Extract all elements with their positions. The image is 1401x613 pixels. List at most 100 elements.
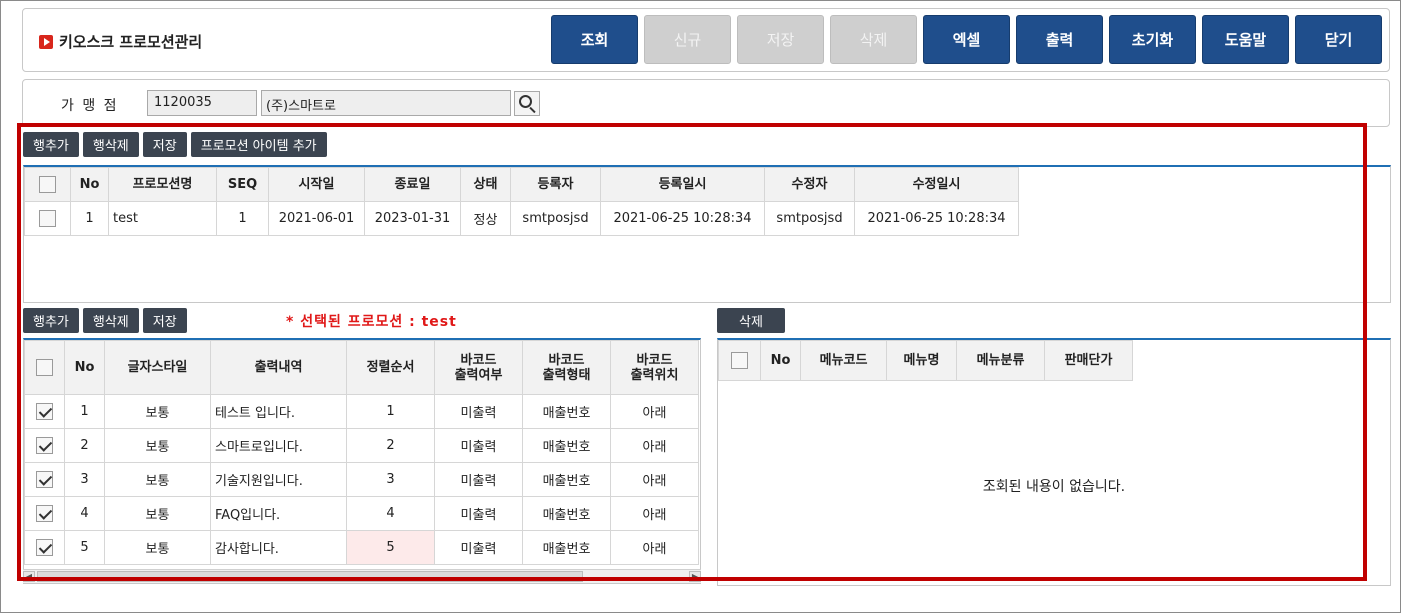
search-button[interactable]: 조회 [551,15,638,64]
excel-button[interactable]: 엑셀 [923,15,1010,64]
cell-style[interactable]: 보통 [104,462,211,497]
table-row[interactable]: 1 보통 테스트 입니다. 1 미출력 매출번호 아래 [24,394,699,429]
column-header[interactable]: 수정일시 [854,167,1019,202]
cell-barcode-print[interactable]: 미출력 [434,394,523,429]
row-checkbox-cell[interactable] [24,428,65,463]
store-name-field[interactable]: (주)스마트로 [261,90,511,116]
cell-no[interactable]: 3 [64,462,105,497]
table-row[interactable]: 5 보통 감사합니다. 5 미출력 매출번호 아래 [24,530,699,565]
cell-no[interactable]: 4 [64,496,105,531]
cell-order[interactable]: 5 [346,530,435,565]
menu-header-checkbox-cell[interactable] [718,340,761,381]
cell-barcode-form[interactable]: 매출번호 [522,496,611,531]
cell-no[interactable]: 1 [70,201,109,236]
column-header[interactable]: SEQ [216,167,269,202]
cell-no[interactable]: 5 [64,530,105,565]
cell-no[interactable]: 1 [64,394,105,429]
store-code-field[interactable]: 1120035 [147,90,257,116]
cell-mod-user[interactable]: smtposjsd [764,201,855,236]
text-add-row-button[interactable]: 행추가 [23,308,79,333]
select-all-checkbox[interactable] [39,176,56,193]
cell-barcode-form[interactable]: 매출번호 [522,394,611,429]
promotion-add-item-button[interactable]: 프로모션 아이템 추가 [190,132,327,157]
cell-barcode-form[interactable]: 매출번호 [522,428,611,463]
column-header[interactable]: 상태 [460,167,511,202]
column-header[interactable]: 판매단가 [1044,340,1133,381]
table-row[interactable]: 3 보통 기술지원입니다. 3 미출력 매출번호 아래 [24,462,699,497]
row-checkbox[interactable] [36,437,53,454]
scroll-left-icon[interactable]: ◀ [23,571,35,582]
cell-barcode-pos[interactable]: 아래 [610,530,699,565]
cell-barcode-print[interactable]: 미출력 [434,462,523,497]
column-header[interactable]: 종료일 [364,167,461,202]
cell-order[interactable]: 4 [346,496,435,531]
row-checkbox[interactable] [36,403,53,420]
reset-button[interactable]: 초기화 [1109,15,1196,64]
menu-delete-button[interactable]: 삭제 [717,308,785,333]
cell-style[interactable]: 보통 [104,530,211,565]
column-header[interactable]: 정렬순서 [346,340,435,395]
save-button[interactable]: 저장 [737,15,824,64]
row-checkbox-cell[interactable] [24,201,71,236]
store-search-button[interactable] [514,91,540,116]
cell-style[interactable]: 보통 [104,394,211,429]
row-checkbox-cell[interactable] [24,496,65,531]
cell-order[interactable]: 2 [346,428,435,463]
column-header[interactable]: 등록자 [510,167,601,202]
promotion-add-row-button[interactable]: 행추가 [23,132,79,157]
cell-end-date[interactable]: 2023-01-31 [364,201,461,236]
text-delete-row-button[interactable]: 행삭제 [82,308,139,333]
cell-barcode-pos[interactable]: 아래 [610,496,699,531]
table-row[interactable]: 1 test 1 2021-06-01 2023-01-31 정상 smtpos… [24,201,1019,236]
cell-barcode-form[interactable]: 매출번호 [522,530,611,565]
column-header[interactable]: No [70,167,109,202]
scroll-right-icon[interactable]: ▶ [689,571,701,582]
row-checkbox-cell[interactable] [24,462,65,497]
row-checkbox[interactable] [36,471,53,488]
cell-text[interactable]: 기술지원입니다. [210,462,347,497]
cell-no[interactable]: 2 [64,428,105,463]
cell-reg-user[interactable]: smtposjsd [510,201,601,236]
column-header[interactable]: 등록일시 [600,167,765,202]
cell-status[interactable]: 정상 [460,201,511,236]
scroll-thumb[interactable] [37,571,583,582]
promotion-header-checkbox-cell[interactable] [24,167,71,202]
table-row[interactable]: 4 보통 FAQ입니다. 4 미출력 매출번호 아래 [24,496,699,531]
new-button[interactable]: 신규 [644,15,731,64]
cell-order[interactable]: 1 [346,394,435,429]
column-header[interactable]: 바코드 출력여부 [434,340,523,395]
cell-barcode-pos[interactable]: 아래 [610,428,699,463]
cell-seq[interactable]: 1 [216,201,269,236]
row-checkbox[interactable] [36,539,53,556]
row-checkbox-cell[interactable] [24,394,65,429]
delete-button[interactable]: 삭제 [830,15,917,64]
cell-text[interactable]: 스마트로입니다. [210,428,347,463]
column-header[interactable]: 출력내역 [210,340,347,395]
column-header[interactable]: 바코드 출력위치 [610,340,699,395]
cell-style[interactable]: 보통 [104,496,211,531]
horizontal-scrollbar[interactable]: ◀ ▶ [23,569,701,583]
column-header[interactable]: 시작일 [268,167,365,202]
cell-barcode-print[interactable]: 미출력 [434,530,523,565]
print-button[interactable]: 출력 [1016,15,1103,64]
text-save-button[interactable]: 저장 [142,308,187,333]
cell-order[interactable]: 3 [346,462,435,497]
select-all-checkbox[interactable] [36,359,53,376]
cell-promotion-name[interactable]: test [108,201,217,236]
close-button[interactable]: 닫기 [1295,15,1382,64]
column-header[interactable]: 메뉴코드 [800,340,887,381]
cell-mod-time[interactable]: 2021-06-25 10:28:34 [854,201,1019,236]
row-checkbox-cell[interactable] [24,530,65,565]
cell-barcode-pos[interactable]: 아래 [610,394,699,429]
column-header[interactable]: No [64,340,105,395]
cell-style[interactable]: 보통 [104,428,211,463]
help-button[interactable]: 도움말 [1202,15,1289,64]
column-header[interactable]: 글자스타일 [104,340,211,395]
cell-barcode-print[interactable]: 미출력 [434,496,523,531]
column-header[interactable]: 메뉴명 [886,340,957,381]
cell-barcode-form[interactable]: 매출번호 [522,462,611,497]
cell-text[interactable]: 테스트 입니다. [210,394,347,429]
cell-barcode-print[interactable]: 미출력 [434,428,523,463]
column-header[interactable]: 프로모션명 [108,167,217,202]
column-header[interactable]: 바코드 출력형태 [522,340,611,395]
